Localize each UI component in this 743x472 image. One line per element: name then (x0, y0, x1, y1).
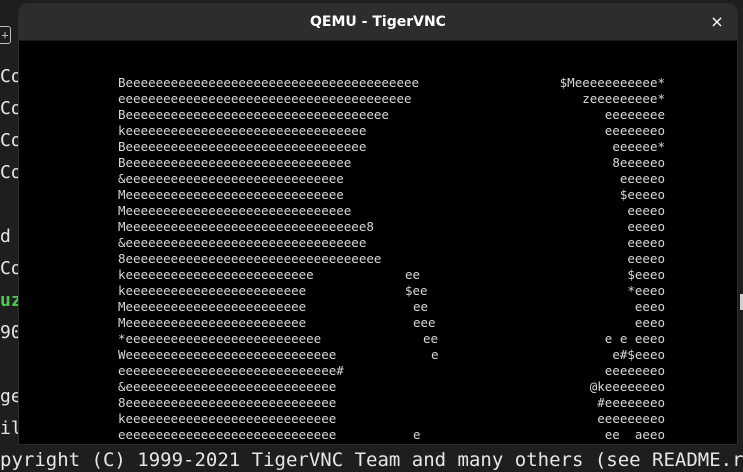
art-row-right: ee aeeo (604, 427, 665, 442)
art-row-left: eeeeeeeeeeeeeeeeeeeeeeeeeeeee# (118, 363, 344, 378)
art-row-right: $eeeeo (619, 187, 665, 202)
art-row-left: keeeeeeeeeeeeeeeeeeeeeeeee (118, 267, 314, 282)
art-row-left: Beeeeeeeeeeeeeeeeeeeeeeeeeeeeeeeeeee (118, 107, 389, 122)
art-row-right: eeeeo (627, 235, 665, 250)
art-row-middle: e (431, 347, 439, 362)
art-row-left: 8eeeeeeeeeeeeeeeeeeeeeeeeeeeeeeeeee (118, 251, 382, 266)
window-titlebar[interactable]: QEMU - TigerVNC × (19, 4, 737, 41)
art-row-right: eeeo (634, 315, 665, 330)
art-row-right: eeeeeeeeo (597, 411, 665, 426)
art-row-left: Meeeeeeeeeeeeeeeeeeeeeeee (118, 315, 307, 330)
art-row-left: Beeeeeeeeeeeeeeeeeeeeeeeeeeeeee (118, 155, 352, 170)
art-row-right: #eeeeeeeo (597, 395, 665, 410)
art-row-left: &eeeeeeeeeeeeeeeeeeeeeeeeeeeeeeee (118, 235, 367, 250)
art-row-right: @keeeeeeeo (589, 379, 665, 394)
art-row-right: $eeeo (627, 267, 665, 282)
art-row-left: Meeeeeeeeeeeeeeeeeeeeeeeeeeeeee (118, 203, 352, 218)
art-row-left: Meeeeeeeeeeeeeeeeeeeeeeee (118, 299, 307, 314)
art-row-right: eeeeo (627, 203, 665, 218)
vnc-window[interactable]: QEMU - TigerVNC × Beeeeeeeeeeeeeeeeeeeee… (19, 4, 737, 444)
art-row-left: Weeeeeeeeeeeeeeeeeeeeeeeeeeee (118, 347, 337, 362)
art-row-left: Meeeeeeeeeeeeeeeeeeeeeeeeeeeeeeee8 (118, 219, 374, 234)
art-row-left: Beeeeeeeeeeeeeeeeeeeeeeeeeeeeeeee (118, 139, 367, 154)
terminal-line: d (0, 226, 11, 247)
art-row-right: *eeeo (627, 283, 665, 298)
desktop: + Co Co Co Co d Co uz 90 ge il pyright (C) 1999-2… (0, 0, 743, 472)
art-row-left: eeeeeeeeeeeeeeeeeeeeeeeeeeeee (118, 427, 337, 442)
new-tab-icon[interactable]: + (0, 26, 11, 44)
art-row-left: eeeeeeeeeeeeeeeeeeeeeeeeeeeeeeeeeeeeeee (118, 91, 412, 106)
art-row-left: Beeeeeeeeeeeeeeeeeeeeeeeeeeeeeeeeeeeeeee (118, 75, 420, 90)
window-title: QEMU - TigerVNC (310, 14, 446, 30)
art-row-right: zeeeeeeeee* (582, 91, 665, 106)
art-row-right: e e eeeo (604, 331, 665, 346)
art-row-left: &eeeeeeeeeeeeeeeeeeeeeeeeeeee (118, 379, 337, 394)
art-row-middle: ee (413, 299, 429, 314)
art-row-right: eeeeeo (619, 171, 665, 186)
art-row-middle: ee (423, 331, 439, 346)
art-row-left: 8eeeeeeeeeeeeeeeeeeeeeeeeeeee (118, 395, 337, 410)
art-row-right: eeeo (634, 299, 665, 314)
art-row-left: Meeeeeeeeeeeeeeeeeeeeeeeeeeeee (118, 187, 344, 202)
art-row-right: e#$eeeo (612, 347, 665, 362)
art-row-middle: $ee (405, 283, 428, 298)
art-row-middle: eee (413, 315, 436, 330)
art-row-right: eeeeeeeo (604, 123, 665, 138)
terminal-bottom-line: pyright (C) 1999-2021 TigerVNC Team and … (0, 449, 743, 471)
art-row-left: &eeeeeeeeeeeeeeeeeeeeeeeeeeeee (118, 171, 344, 186)
art-row-left: keeeeeeeeeeeeeeeeeeeeeeeeeeee (118, 411, 337, 426)
art-row-right: eeeeee* (612, 139, 665, 154)
art-row-right: eeeeeeee (604, 107, 665, 122)
art-row-left: *eeeeeeeeeeeeeeeeeeeeeeeeee (118, 331, 322, 346)
close-button[interactable]: × (705, 10, 729, 34)
close-icon: × (710, 12, 724, 31)
art-row-left: keeeeeeeeeeeeeeeeeeeeeeeeeeeeeeee (118, 123, 367, 138)
remote-screen[interactable]: Beeeeeeeeeeeeeeeeeeeeeeeeeeeeeeeeeeeeeee… (19, 41, 737, 444)
art-row-left: keeeeeeeeeeeeeeeeeeeeeeee (118, 283, 307, 298)
art-row-middle: ee (405, 267, 421, 282)
art-row-right: eeeeo (627, 251, 665, 266)
art-row-right: eeeeeeeo (604, 363, 665, 378)
art-row-right: eeeeo (627, 219, 665, 234)
art-row-middle: e (413, 427, 421, 442)
art-row-right: $Meeeeeeeeeee* (559, 75, 665, 90)
art-row-right: 8eeeeeo (612, 155, 665, 170)
